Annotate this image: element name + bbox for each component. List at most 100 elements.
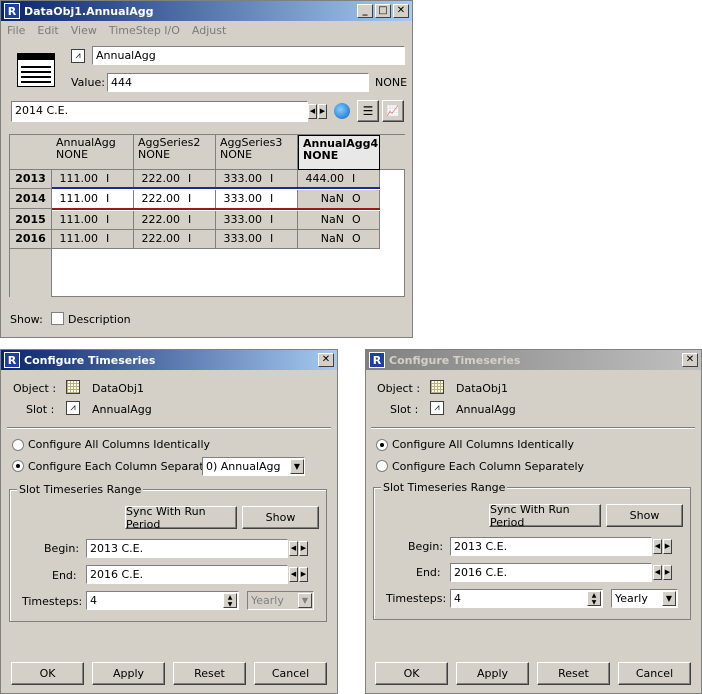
object-label: Object : [13,382,57,395]
configure-all-radio[interactable] [376,439,388,451]
sync-with-run-period-button[interactable]: Sync With Run Period [489,503,601,529]
begin-prev-button[interactable]: ◀ [289,541,298,556]
object-label: Object : [377,382,421,395]
menu-timestep-io[interactable]: TimeStep I/O [109,24,180,37]
table-cell[interactable]: 222.00 I [134,211,216,230]
reset-button[interactable]: Reset [537,662,610,685]
object-icon [66,380,80,394]
timestep-next-button[interactable]: ▶ [318,104,327,119]
table-cell[interactable]: 222.00 I [134,230,216,249]
configure-all-label: Configure All Columns Identically [392,438,575,451]
table-cell[interactable]: 222.00 I [134,190,216,209]
table-slot-icon [17,53,55,87]
dialog-title: Configure Timeseries [24,353,156,367]
begin-next-button[interactable]: ▶ [299,541,308,556]
begin-prev-button[interactable]: ◀ [653,539,662,554]
close-icon[interactable]: ✕ [318,353,334,367]
table-cell[interactable]: NaN O [298,190,380,209]
end-prev-button[interactable]: ◀ [653,565,662,580]
slot-window-titlebar[interactable]: R DataObj1.AnnualAgg _ □ ✕ [1,1,412,21]
begin-label: Begin: [408,540,444,553]
close-icon[interactable]: ✕ [682,353,698,367]
cancel-button[interactable]: Cancel [254,662,327,685]
chevron-down-icon[interactable]: ▼ [662,591,676,606]
timesteps-field[interactable]: 4 [86,591,239,610]
timesteps-field[interactable]: 4 [450,589,603,608]
dialog-title: Configure Timeseries [389,353,521,367]
ok-button[interactable]: OK [375,662,448,685]
apply-button[interactable]: Apply [92,662,165,685]
plot-button[interactable]: 📈 [382,100,404,122]
table-cell[interactable]: 333.00 I [216,211,298,230]
table-cell[interactable]: 333.00 I [216,190,298,209]
column-header-selected[interactable]: AnnualAgg4 NONE [298,135,380,170]
dialog-titlebar[interactable]: R Configure Timeseries ✕ [366,350,701,370]
cell-flag: I [188,192,192,205]
table-view-button[interactable]: ☰ [357,100,379,122]
column-header[interactable]: AggSeries3 NONE [216,135,298,170]
series-slot-icon: ⩘ [71,49,85,63]
cancel-button[interactable]: Cancel [618,662,691,685]
minimize-icon[interactable]: _ [357,4,373,18]
table-cell[interactable]: 111.00 I [52,190,134,209]
cell-flag: O [352,232,361,245]
divider [7,427,331,429]
cell-flag: I [106,192,110,205]
table-cell[interactable]: NaN O [298,211,380,230]
cell-value: 222.00 [141,192,181,205]
dialog-titlebar[interactable]: R Configure Timeseries ✕ [1,350,337,370]
show-button[interactable]: Show [242,506,319,529]
cell-flag: I [270,232,274,245]
end-next-button[interactable]: ▶ [299,567,308,582]
column-header[interactable]: AggSeries2 NONE [134,135,216,170]
configure-each-radio[interactable] [12,460,24,472]
timesteps-stepper[interactable]: ▲ ▼ [587,591,601,606]
begin-field[interactable]: 2013 C.E. [86,539,288,558]
cell-value: 111.00 [59,172,99,185]
timestep-prev-button[interactable]: ◀ [308,104,317,119]
table-cell[interactable]: 333.00 I [216,230,298,249]
slot-name-field[interactable]: AnnualAgg [92,46,405,65]
description-checkbox[interactable] [51,312,64,325]
globe-icon[interactable] [334,103,350,119]
menu-adjust[interactable]: Adjust [192,24,226,37]
menu-edit[interactable]: Edit [37,24,58,37]
value-field[interactable]: 444 [107,73,369,92]
description-label: Description [68,313,131,326]
sync-with-run-period-button[interactable]: Sync With Run Period [125,505,237,531]
maximize-icon[interactable]: □ [375,4,391,18]
menu-file[interactable]: File [7,24,25,37]
chevron-down-icon[interactable]: ▼ [290,459,304,474]
ok-button[interactable]: OK [11,662,84,685]
row-header-year[interactable]: 2013 [10,170,52,189]
apply-button[interactable]: Apply [456,662,529,685]
configure-dialog-right: R Configure Timeseries ✕ Object : DataOb… [365,349,702,694]
end-field[interactable]: 2016 C.E. [450,563,652,582]
row-header-year[interactable]: 2016 [10,230,52,249]
column-header[interactable]: AnnualAgg NONE [52,135,134,170]
show-button[interactable]: Show [606,504,683,527]
current-timestep-top-line [52,187,380,189]
row-header-year[interactable]: 2014 [10,190,52,209]
app-icon: R [4,352,20,368]
end-field[interactable]: 2016 C.E. [86,565,288,584]
begin-next-button[interactable]: ▶ [663,539,672,554]
menu-view[interactable]: View [71,24,97,37]
table-cell[interactable]: NaN O [298,230,380,249]
timestep-field[interactable]: 2014 C.E. [11,101,308,122]
group-label: Slot Timeseries Range [17,483,144,496]
cell-flag: I [352,172,356,185]
configure-each-radio[interactable] [376,460,388,472]
timesteps-stepper[interactable]: ▲ ▼ [223,593,237,608]
table-cell[interactable]: 111.00 I [52,211,134,230]
configure-all-label: Configure All Columns Identically [28,438,211,451]
row-header-year[interactable]: 2015 [10,211,52,230]
begin-field[interactable]: 2013 C.E. [450,537,652,556]
column-units: NONE [56,148,89,161]
close-icon[interactable]: ✕ [393,4,409,18]
end-prev-button[interactable]: ◀ [289,567,298,582]
table-cell[interactable]: 111.00 I [52,230,134,249]
end-next-button[interactable]: ▶ [663,565,672,580]
reset-button[interactable]: Reset [173,662,246,685]
configure-all-radio[interactable] [12,439,24,451]
